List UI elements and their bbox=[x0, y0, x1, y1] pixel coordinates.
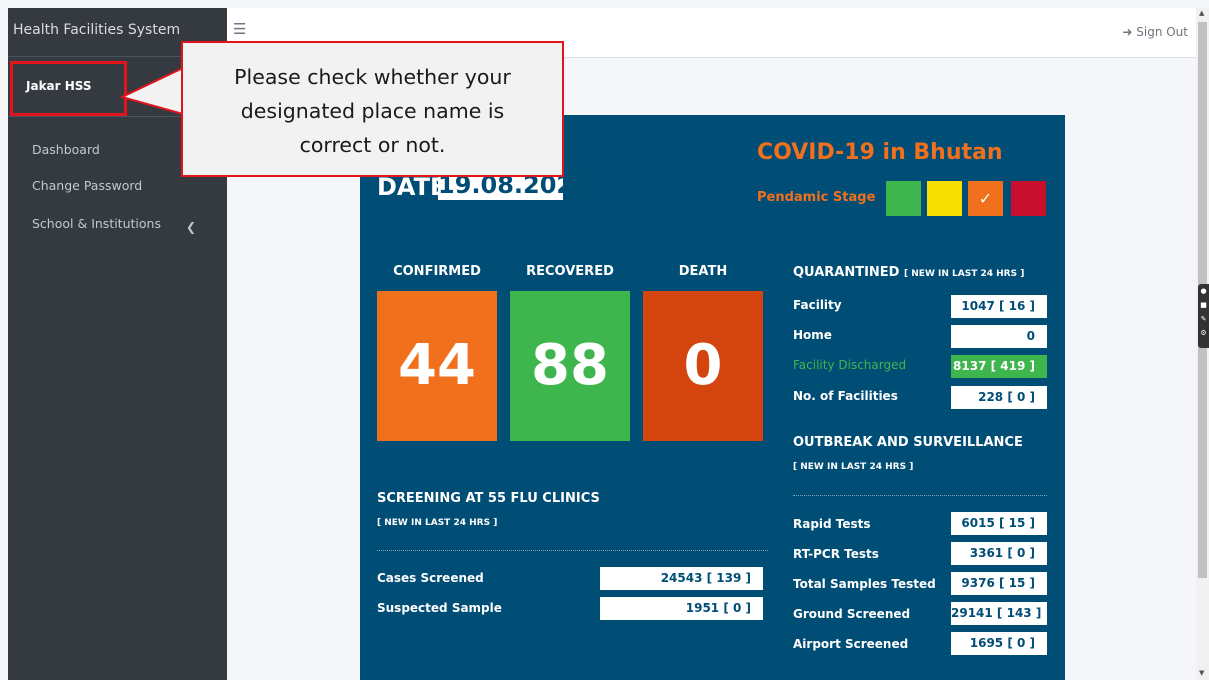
cases-screened-label: Cases Screened bbox=[377, 571, 484, 585]
facility-discharged-label: Facility Discharged bbox=[793, 358, 907, 372]
rapid-tests-value: 6015 [ 15 ] bbox=[951, 512, 1047, 535]
scroll-down-arrow-icon[interactable]: ▼ bbox=[1199, 669, 1204, 677]
recovered-label: RECOVERED bbox=[526, 264, 614, 279]
sidebar-item-dashboard[interactable]: Dashboard bbox=[32, 142, 100, 157]
outbreak-subtitle: [ NEW IN LAST 24 HRS ] bbox=[793, 462, 914, 472]
app-title: Health Facilities System bbox=[13, 22, 181, 38]
gear-icon[interactable]: ⚙ bbox=[1198, 326, 1209, 340]
confirmed-label: CONFIRMED bbox=[393, 264, 481, 279]
screening-subtitle: [ NEW IN LAST 24 HRS ] bbox=[377, 518, 498, 528]
quarantine-facility-label: Facility bbox=[793, 298, 842, 312]
rapid-tests-label: Rapid Tests bbox=[793, 517, 871, 531]
video-icon[interactable]: ■ bbox=[1198, 298, 1209, 312]
stage-green-box bbox=[886, 181, 921, 216]
pandemic-stage-label: Pendamic Stage bbox=[757, 190, 876, 205]
cases-screened-value: 24543 [ 139 ] bbox=[600, 567, 763, 590]
stage-yellow-box bbox=[927, 181, 962, 216]
ground-screened-value: 29141 [ 143 ] bbox=[951, 602, 1047, 625]
sidebar-item-school-institutions[interactable]: School & Institutions bbox=[32, 216, 161, 231]
stage-orange-box: ✓ bbox=[968, 181, 1003, 216]
death-count: 0 bbox=[643, 291, 763, 441]
suspected-sample-label: Suspected Sample bbox=[377, 601, 502, 615]
airport-screened-value: 1695 [ 0 ] bbox=[951, 632, 1047, 655]
quarantine-facility-value: 1047 [ 16 ] bbox=[951, 295, 1047, 318]
callout-pointer bbox=[120, 66, 184, 116]
quarantined-title: QUARANTINED [ NEW IN LAST 24 HRS ] bbox=[793, 265, 1024, 280]
check-icon: ✓ bbox=[978, 189, 993, 208]
sidebar-item-change-password[interactable]: Change Password bbox=[32, 178, 142, 193]
screening-divider bbox=[377, 550, 768, 551]
outbreak-divider bbox=[793, 495, 1047, 496]
quarantine-home-label: Home bbox=[793, 328, 832, 342]
num-facilities-value: 228 [ 0 ] bbox=[951, 386, 1047, 409]
quarantined-heading: QUARANTINED bbox=[793, 265, 900, 280]
menu-toggle-icon[interactable]: ☰ bbox=[233, 20, 246, 38]
covid-dashboard-panel: DATE 19.08.2020 COVID-19 in Bhutan Penda… bbox=[360, 115, 1065, 680]
total-samples-value: 9376 [ 15 ] bbox=[951, 572, 1047, 595]
callout-line-2: designated place name is bbox=[240, 99, 505, 123]
suspected-sample-value: 1951 [ 0 ] bbox=[600, 597, 763, 620]
callout-line-1: Please check whether your bbox=[234, 65, 511, 89]
screening-title: SCREENING AT 55 FLU CLINICS bbox=[377, 491, 600, 506]
facility-discharged-value: 8137 [ 419 ] bbox=[951, 355, 1047, 378]
rt-pcr-tests-value: 3361 [ 0 ] bbox=[951, 542, 1047, 565]
rt-pcr-tests-label: RT-PCR Tests bbox=[793, 547, 879, 561]
dashboard-title: COVID-19 in Bhutan bbox=[757, 140, 1003, 165]
recovered-count: 88 bbox=[510, 291, 630, 441]
chevron-left-icon[interactable]: ❮ bbox=[186, 220, 196, 234]
confirmed-count: 44 bbox=[377, 291, 497, 441]
date-label: DATE bbox=[377, 173, 447, 201]
sign-out-label: Sign Out bbox=[1136, 25, 1188, 39]
edit-icon[interactable]: ✎ bbox=[1198, 312, 1209, 326]
ground-screened-label: Ground Screened bbox=[793, 607, 911, 621]
camera-icon[interactable]: ● bbox=[1198, 284, 1209, 298]
outbreak-title: OUTBREAK AND SURVEILLANCE bbox=[793, 435, 1023, 450]
num-facilities-label: No. of Facilities bbox=[793, 389, 898, 403]
user-name[interactable]: Jakar HSS bbox=[26, 79, 92, 93]
annotation-callout: Please check whether your designated pla… bbox=[181, 41, 564, 177]
sign-out-link[interactable]: ➜ Sign Out bbox=[1122, 25, 1188, 39]
scroll-up-arrow-icon[interactable]: ▲ bbox=[1199, 9, 1204, 17]
airport-screened-label: Airport Screened bbox=[793, 637, 909, 651]
quarantined-subtitle: [ NEW IN LAST 24 HRS ] bbox=[904, 269, 1025, 279]
callout-line-3: correct or not. bbox=[299, 133, 446, 157]
death-label: DEATH bbox=[678, 264, 728, 279]
floating-toolbar: ● ■ ✎ ⚙ bbox=[1198, 284, 1209, 348]
sign-out-icon: ➜ bbox=[1122, 25, 1133, 39]
quarantine-home-value: 0 bbox=[951, 325, 1047, 348]
total-samples-label: Total Samples Tested bbox=[793, 577, 936, 591]
stage-red-box bbox=[1011, 181, 1046, 216]
